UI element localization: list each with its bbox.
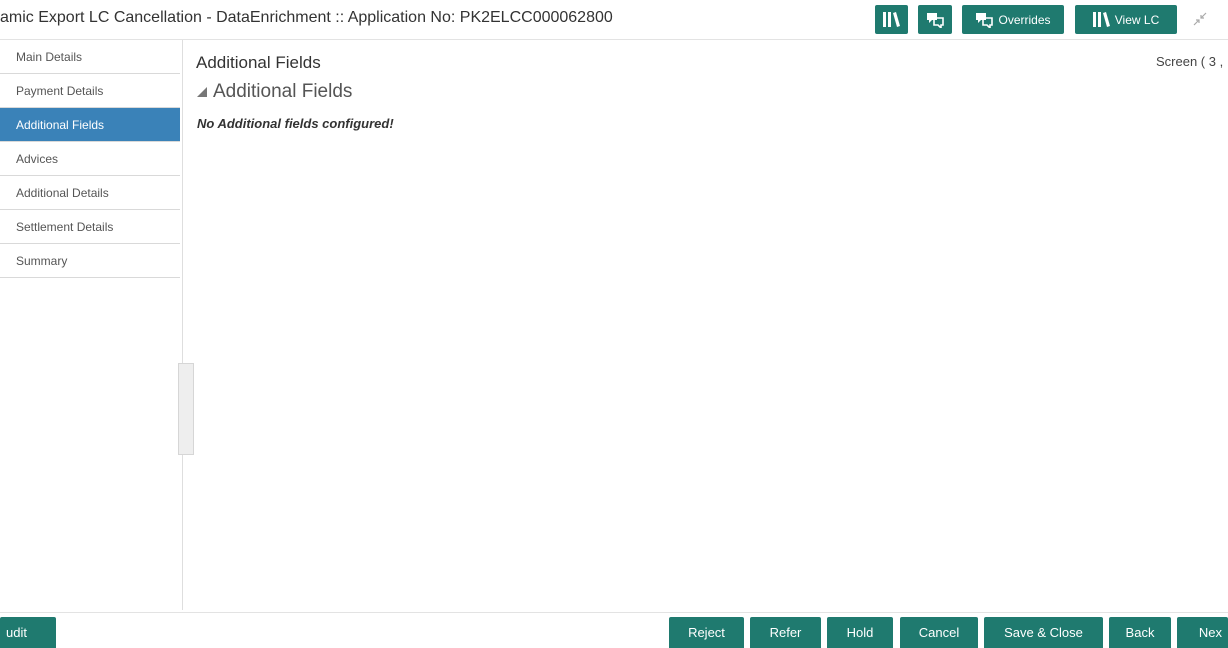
sidebar-item-summary[interactable]: Summary (0, 244, 180, 278)
sidebar-item-advices[interactable]: Advices (0, 142, 180, 176)
chat-button[interactable] (918, 5, 952, 34)
page-title: Additional Fields (196, 53, 321, 72)
overrides-label: Overrides (998, 12, 1051, 27)
library-button[interactable] (875, 5, 908, 34)
header-bar: amic Export LC Cancellation - DataEnrich… (0, 0, 1228, 40)
sidebar-item-main-details[interactable]: Main Details (0, 40, 180, 74)
view-lc-button[interactable]: View LC (1075, 5, 1177, 34)
chat-icon (976, 12, 994, 28)
library-icon (883, 12, 900, 27)
overrides-button[interactable]: Overrides (962, 5, 1064, 34)
collapse-triangle-icon (197, 87, 207, 97)
sidebar-resize-handle[interactable] (178, 363, 194, 455)
hold-button[interactable]: Hold (827, 617, 893, 648)
audit-button[interactable]: udit (0, 617, 56, 648)
save-close-button[interactable]: Save & Close (984, 617, 1103, 648)
next-button[interactable]: Nex (1177, 617, 1228, 648)
empty-message: No Additional fields configured! (197, 116, 394, 131)
chat-icon (927, 12, 944, 28)
cancel-button[interactable]: Cancel (900, 617, 978, 648)
sidebar-item-additional-details[interactable]: Additional Details (0, 176, 180, 210)
back-button[interactable]: Back (1109, 617, 1171, 648)
collapse-icon[interactable] (1193, 12, 1207, 26)
footer-divider (0, 612, 1228, 613)
view-lc-label: View LC (1114, 12, 1160, 27)
library-icon (1092, 12, 1110, 27)
sidebar-divider (182, 40, 183, 610)
sidebar-nav: Main Details Payment Details Additional … (0, 40, 180, 278)
sidebar-item-payment-details[interactable]: Payment Details (0, 74, 180, 108)
sidebar-item-additional-fields[interactable]: Additional Fields (0, 108, 180, 142)
section-title: Additional Fields (213, 81, 353, 102)
page-header-title: amic Export LC Cancellation - DataEnrich… (0, 9, 613, 26)
sidebar-item-settlement-details[interactable]: Settlement Details (0, 210, 180, 244)
section-header[interactable]: Additional Fields (197, 81, 352, 103)
reject-button[interactable]: Reject (669, 617, 744, 648)
refer-button[interactable]: Refer (750, 617, 821, 648)
screen-indicator: Screen ( 3 , (1156, 54, 1224, 69)
